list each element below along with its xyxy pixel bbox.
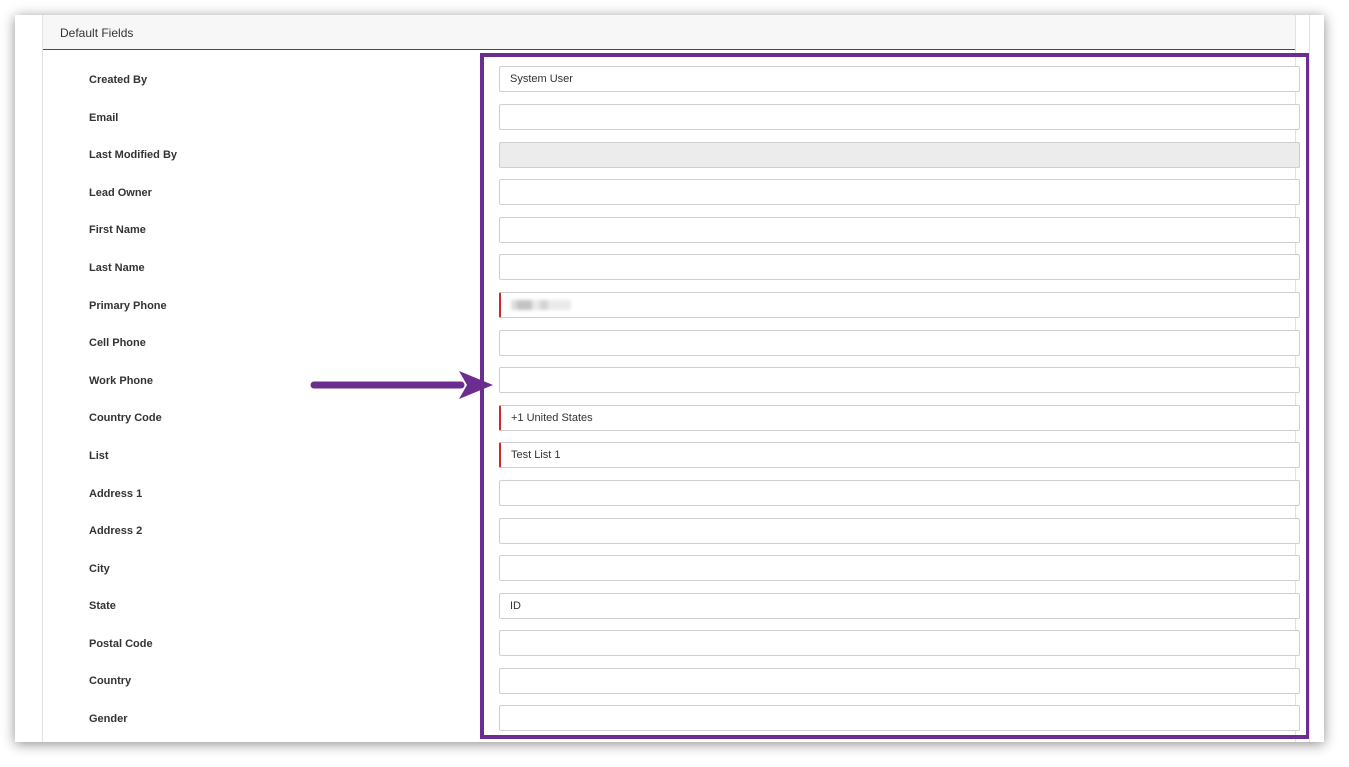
address-1-field[interactable] [499,480,1300,506]
cell-phone-field[interactable] [499,330,1300,356]
label-postal-code: Postal Code [89,638,153,650]
label-primary-phone: Primary Phone [89,300,167,312]
label-city: City [89,563,110,575]
panel-scroll-rail [1309,15,1310,742]
primary-phone-field[interactable] [499,292,1300,318]
gender-field[interactable] [499,705,1300,731]
label-first-name: First Name [89,224,146,236]
panel-header: Default Fields [43,15,1295,50]
list-field[interactable]: Test List 1 [499,442,1300,468]
lead-owner-field[interactable] [499,179,1300,205]
label-address-2: Address 2 [89,525,143,537]
country-field[interactable] [499,668,1300,694]
email-field[interactable] [499,104,1300,130]
city-field[interactable] [499,555,1300,581]
annotation-arrow-icon [310,371,493,399]
label-lead-owner: Lead Owner [89,187,152,199]
first-name-field[interactable] [499,217,1300,243]
default-fields-panel: Default Fields Created By System User Em… [42,15,1310,742]
label-country: Country [89,675,132,687]
label-work-phone: Work Phone [89,375,153,387]
work-phone-field[interactable] [499,367,1300,393]
label-email: Email [89,112,119,124]
label-address-1: Address 1 [89,488,143,500]
label-cell-phone: Cell Phone [89,337,146,349]
label-last-modified-by: Last Modified By [89,149,178,161]
postal-code-field[interactable] [499,630,1300,656]
label-list: List [89,450,109,462]
last-modified-by-field [499,142,1300,168]
created-by-field[interactable]: System User [499,66,1300,92]
label-gender: Gender [89,713,128,725]
address-2-field[interactable] [499,518,1300,544]
label-last-name: Last Name [89,262,145,274]
redacted-phone-value [511,300,571,311]
country-code-field[interactable]: +1 United States [499,405,1300,431]
panel-title: Default Fields [60,26,134,40]
state-field[interactable]: ID [499,593,1300,619]
label-created-by: Created By [89,74,148,86]
label-state: State [89,600,116,612]
app-window: Default Fields Created By System User Em… [15,15,1324,742]
label-country-code: Country Code [89,412,162,424]
last-name-field[interactable] [499,254,1300,280]
